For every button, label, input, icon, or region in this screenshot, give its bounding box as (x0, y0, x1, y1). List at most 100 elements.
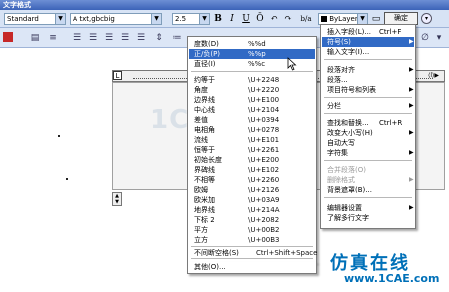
menu-item-code: \U+2104 (248, 106, 280, 114)
menu-item-code: \U+2082 (248, 216, 280, 224)
menu-item-change-case[interactable]: 改变大小写(H) (327, 128, 373, 138)
align-right-icon[interactable]: ☰ (102, 32, 116, 44)
chevron-down-icon[interactable]: ▼ (357, 14, 367, 24)
style-dropdown[interactable]: Standard ▼ (4, 13, 66, 25)
menu-item-shortcut: Ctrl+F (379, 28, 402, 36)
symbol-submenu: 度数(D) %%d 正/负(P) %%p 直径(I) %%c 约等于 \U+22… (187, 36, 317, 263)
options-icon[interactable]: ▾ (421, 13, 432, 24)
menu-item-bullets[interactable]: 项目符号和列表 (327, 85, 376, 95)
font-value: txt,gbcbig (79, 15, 115, 23)
submenu-arrow-icon: ▶ (409, 102, 414, 109)
menu-item-code: \U+0394 (248, 116, 280, 124)
menu-item-symbol[interactable]: 边界线 (194, 95, 215, 105)
menu-item-code: \U+0278 (248, 126, 280, 134)
menu-item-symbol[interactable]: 不相等 (194, 175, 215, 185)
menu-item-charset[interactable]: 字符集 (327, 148, 348, 158)
stack-button[interactable]: b/a (298, 13, 314, 25)
column-icon[interactable]: ▤ (28, 32, 42, 44)
undo-button[interactable]: ↶ (268, 13, 280, 25)
justify-icon[interactable]: ≡ (46, 32, 60, 44)
font-dropdown[interactable]: A txt,gbcbig ▼ (70, 13, 162, 25)
menu-item-code: \U+E102 (248, 166, 280, 174)
menu-item-symbol[interactable]: 角度 (194, 85, 208, 95)
menu-item-insert-field[interactable]: 插入字段(L)... (327, 27, 371, 37)
mouse-cursor-icon (287, 57, 297, 71)
menu-item-nbsp[interactable]: 不间断空格(S) (194, 248, 239, 258)
ruler-width-handle[interactable]: ⟨l⟩▶ (428, 72, 444, 81)
menu-separator (191, 71, 313, 72)
symbol-submenu-footer: 其他(O)... (187, 262, 317, 274)
menu-item-paragraph[interactable]: 段落... (327, 75, 348, 85)
bold-button[interactable]: B (212, 13, 224, 25)
align-justify-icon[interactable]: ☰ (118, 32, 132, 44)
submenu-arrow-icon: ▶ (409, 176, 414, 183)
menu-item-symbol[interactable]: 欧姆 (194, 185, 208, 195)
menu-item-paragraph-align[interactable]: 段落对齐 (327, 65, 355, 75)
chevron-down-icon[interactable]: ▼ (55, 14, 65, 24)
menu-item-code: \U+2261 (248, 146, 280, 154)
menu-item-symbol[interactable]: 约等于 (194, 75, 215, 85)
menu-item-symbol[interactable]: 初始长度 (194, 155, 222, 165)
font-type-icon: A (73, 16, 78, 23)
tracking-icon[interactable]: ▾ (432, 32, 446, 44)
menu-item-columns[interactable]: 分栏 (327, 101, 341, 111)
style-value: Standard (7, 15, 39, 23)
menu-separator (324, 160, 412, 161)
text-height-dropdown[interactable]: 2.5 ▼ (172, 13, 210, 25)
menu-item-find-replace[interactable]: 查找和替换... (327, 118, 369, 128)
submenu-arrow-icon: ▶ (409, 204, 414, 211)
text-style-icon[interactable] (3, 32, 13, 42)
menu-item-symbol[interactable]: 地界线 (194, 205, 215, 215)
align-center-icon[interactable]: ☰ (86, 32, 100, 44)
menu-item-symbol[interactable]: 符号(S) (327, 37, 351, 47)
menu-item-symbol[interactable]: 电相角 (194, 125, 215, 135)
menu-item-combine-paragraphs[interactable]: 合并段落(O) (327, 165, 366, 175)
menu-item-remove-formatting[interactable]: 删除格式 (327, 175, 355, 185)
menu-item-code: \U+00B2 (248, 226, 280, 234)
overline-button[interactable]: Ō (254, 13, 266, 25)
menu-separator (324, 113, 412, 114)
underline-button[interactable]: U (240, 13, 252, 25)
menu-item-symbol[interactable]: 欧米加 (194, 195, 215, 205)
menu-item-other[interactable]: 其他(O)... (194, 262, 226, 272)
redo-button[interactable]: ↷ (282, 13, 294, 25)
menu-separator (191, 258, 313, 259)
menu-item-code: \U+E101 (248, 136, 280, 144)
numbering-icon[interactable]: ≔ (170, 32, 184, 44)
menu-item-plus-minus[interactable]: 正/负(P) (194, 49, 220, 59)
menu-item-editor-settings[interactable]: 编辑器设置 (327, 203, 362, 213)
menu-item-code: \U+00B3 (248, 236, 280, 244)
menu-item-symbol[interactable]: 立方 (194, 235, 208, 245)
menu-item-background-mask[interactable]: 背景遮罩(B)... (327, 185, 372, 195)
menu-item-symbol[interactable]: 下标 2 (194, 215, 215, 225)
menu-item-import-text[interactable]: 输入文字(I)... (327, 47, 369, 57)
chevron-down-icon[interactable]: ▼ (199, 14, 209, 24)
menu-item-degree[interactable]: 度数(D) (194, 39, 219, 49)
menu-item-code: \U+E100 (248, 96, 280, 104)
menu-item-code: \U+2126 (248, 186, 280, 194)
ruler-tab-button[interactable]: L (113, 71, 122, 80)
height-adjust-icon[interactable]: ▲ ▼ (112, 192, 122, 206)
menu-item-autocaps[interactable]: 自动大写 (327, 138, 355, 148)
menu-item-code: %%d (248, 40, 266, 48)
submenu-arrow-icon: ▶ (409, 38, 414, 45)
menu-item-symbol[interactable]: 恒等于 (194, 145, 215, 155)
menu-item-code: %%p (248, 50, 266, 58)
menu-item-learn-mtext[interactable]: 了解多行文字 (327, 213, 369, 223)
oblique-icon[interactable]: ∅ (418, 32, 432, 44)
distribute-icon[interactable]: ☰ (134, 32, 148, 44)
line-spacing-icon[interactable]: ⇕ (152, 32, 166, 44)
menu-item-symbol[interactable]: 流线 (194, 135, 208, 145)
menu-item-code: Ctrl+Shift+Space (256, 249, 318, 257)
menu-item-symbol[interactable]: 差值 (194, 115, 208, 125)
chevron-down-icon[interactable]: ▼ (151, 14, 161, 24)
menu-item-symbol[interactable]: 平方 (194, 225, 208, 235)
color-swatch (321, 16, 327, 22)
menu-item-symbol[interactable]: 界碑线 (194, 165, 215, 175)
align-left-icon[interactable]: ☰ (70, 32, 84, 44)
italic-button[interactable]: I (226, 13, 238, 25)
menu-item-diameter[interactable]: 直径(I) (194, 59, 216, 69)
drawing-point (66, 178, 68, 180)
menu-separator (324, 197, 412, 198)
menu-item-symbol[interactable]: 中心线 (194, 105, 215, 115)
